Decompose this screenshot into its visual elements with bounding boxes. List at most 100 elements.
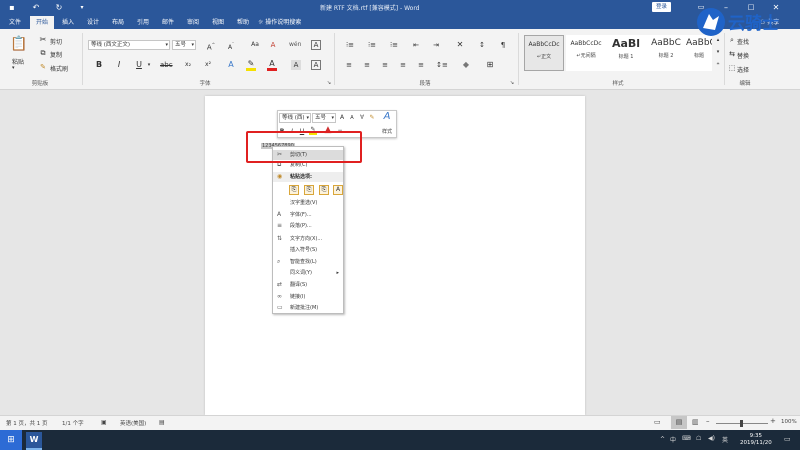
font-size-combo[interactable]: 五号 ▾ xyxy=(172,40,196,50)
undo-icon[interactable]: ↶ xyxy=(30,2,42,13)
network-icon[interactable]: ☖ xyxy=(696,435,701,442)
customize-quick-access-icon[interactable]: ▾ xyxy=(76,2,88,13)
styles-icon[interactable]: A xyxy=(381,112,393,122)
zoom-in-icon[interactable]: + xyxy=(770,417,776,425)
style-heading-2[interactable]: AaBbC 标题 2 xyxy=(646,35,686,71)
paste-keep-source-formatting-icon[interactable]: ⎘ xyxy=(289,185,299,195)
tab-layout[interactable]: 布局 xyxy=(107,16,129,29)
chevron-down-icon[interactable]: ▾ xyxy=(191,41,194,49)
context-menu-paragraph[interactable]: ≡ 段落(P)... xyxy=(273,221,343,231)
grow-font-icon[interactable]: A xyxy=(338,113,346,123)
bullets-icon[interactable]: ⁝≡ xyxy=(344,40,356,50)
decrease-indent-icon[interactable]: ⇤ xyxy=(410,40,422,50)
tab-design[interactable]: 设计 xyxy=(82,16,104,29)
mini-font-size-combo[interactable]: 五号 ▾ xyxy=(312,113,336,123)
redo-icon[interactable]: ↻ xyxy=(53,2,65,13)
web-layout-icon[interactable]: ▥ xyxy=(692,418,699,426)
tab-mailings[interactable]: 邮件 xyxy=(157,16,179,29)
shrink-font-icon[interactable]: A xyxy=(348,113,356,123)
tell-me-search[interactable]: ☼ 操作说明搜索 xyxy=(258,16,301,29)
show-hidden-icons-icon[interactable]: ^ xyxy=(660,436,665,443)
select-button[interactable]: 选择 xyxy=(737,65,749,74)
underline-icon[interactable]: U xyxy=(134,60,144,70)
taskbar-clock[interactable]: 9:35 2019/11/20 xyxy=(740,433,772,447)
cut-button[interactable]: 剪切 xyxy=(50,37,62,46)
replace-button[interactable]: 替换 xyxy=(737,51,749,60)
show-formatting-marks-icon[interactable]: ¶ xyxy=(498,40,508,50)
chevron-down-icon[interactable]: ▾ xyxy=(165,41,168,49)
bold-icon[interactable]: B xyxy=(94,60,104,70)
character-shading-icon[interactable]: A xyxy=(291,60,301,70)
distributed-icon[interactable]: ≡ xyxy=(416,60,426,70)
chevron-down-icon[interactable]: ▾ xyxy=(306,114,309,122)
chinese-layout-icon[interactable]: ✕ xyxy=(454,40,466,50)
styles-more-icon[interactable]: ⩡ xyxy=(714,59,722,69)
context-menu-text-direction[interactable]: ⇅ 文字方向(X)... xyxy=(273,234,343,244)
shrink-font-icon[interactable]: Aˇ xyxy=(226,40,236,53)
style-title[interactable]: AaBbC 标题 xyxy=(686,35,712,71)
underline-dropdown-icon[interactable]: ▾ xyxy=(146,60,152,70)
clear-formatting-icon[interactable]: A xyxy=(268,40,278,50)
word-count[interactable]: 1/1 个字 xyxy=(62,419,84,427)
change-case-icon[interactable]: Aa xyxy=(249,40,261,50)
read-mode-icon[interactable]: ▭ xyxy=(654,418,661,426)
replace-icon[interactable]: ⇆ xyxy=(728,49,736,59)
multilevel-list-icon[interactable]: ⁝≡ xyxy=(388,40,400,50)
paste-dropdown-icon[interactable]: ▾ xyxy=(12,65,15,71)
context-menu-reconversion[interactable]: 汉字重选(V) xyxy=(273,198,343,208)
font-dialog-launcher-icon[interactable]: ↘ xyxy=(326,78,332,88)
input-method-icon[interactable]: 中 xyxy=(670,435,676,444)
subscript-icon[interactable]: x₂ xyxy=(183,60,193,70)
tab-view[interactable]: 视图 xyxy=(207,16,229,29)
strikethrough-icon[interactable]: abc xyxy=(160,60,173,70)
context-menu-translate[interactable]: ⇄ 翻译(S) xyxy=(273,280,343,290)
proofing-icon[interactable]: ▣ xyxy=(101,419,107,426)
italic-icon[interactable]: I xyxy=(114,60,124,70)
brush-icon[interactable]: ✎ xyxy=(368,113,376,123)
line-spacing-icon[interactable]: ↕≡ xyxy=(436,60,448,70)
page-count[interactable]: 第 1 页，共 1 页 xyxy=(6,419,48,427)
style-heading-1[interactable]: AaBl 标题 1 xyxy=(606,35,646,71)
align-right-icon[interactable]: ≡ xyxy=(380,60,390,70)
scissors-icon[interactable]: ✂ xyxy=(38,35,48,45)
font-name-combo[interactable]: 等线 (西文正文) ▾ xyxy=(88,40,170,50)
paste-text-only-icon[interactable]: A xyxy=(333,185,343,195)
word-taskbar-icon[interactable]: W xyxy=(26,432,42,448)
context-menu-font[interactable]: A 字体(F)... xyxy=(273,210,343,220)
keyboard-icon[interactable]: ⌨ xyxy=(682,435,691,442)
highlight-color-icon[interactable]: ✎ xyxy=(246,60,256,71)
justify-icon[interactable]: ≡ xyxy=(398,60,408,70)
align-center-icon[interactable]: ≡ xyxy=(362,60,372,70)
superscript-icon[interactable]: x² xyxy=(203,60,213,70)
select-icon[interactable]: ⬚ xyxy=(728,63,736,73)
chevron-down-icon[interactable]: ▾ xyxy=(331,114,334,122)
mini-styles-label[interactable]: 样式 xyxy=(382,128,392,135)
tab-file[interactable]: 文件 xyxy=(3,16,27,29)
text-effects-icon[interactable]: A xyxy=(226,60,236,70)
context-menu-insert-symbol[interactable]: 插入符号(S) xyxy=(273,245,343,255)
tab-review[interactable]: 审阅 xyxy=(182,16,204,29)
login-button[interactable]: 登录 xyxy=(652,2,672,12)
save-icon[interactable]: ▪ xyxy=(6,2,18,13)
print-layout-icon[interactable]: ▤ xyxy=(671,416,687,429)
zoom-level[interactable]: 100% xyxy=(781,419,797,425)
zoom-slider-thumb[interactable] xyxy=(740,420,743,427)
tab-insert[interactable]: 插入 xyxy=(57,16,79,29)
format-painter-icon[interactable]: ∀ xyxy=(358,113,366,123)
align-left-icon[interactable]: ≡ xyxy=(344,60,354,70)
style-normal[interactable]: AaBbCcDc ↵正文 xyxy=(524,35,564,71)
start-windows-icon[interactable]: ⊞ xyxy=(0,430,22,450)
paste-picture-icon[interactable]: ⎘ xyxy=(319,185,329,195)
macro-recording-icon[interactable]: ▤ xyxy=(159,419,165,426)
styles-scroll-down-icon[interactable]: ▾ xyxy=(714,47,722,57)
sort-icon[interactable]: ↕ xyxy=(476,40,488,50)
context-menu-link[interactable]: ∞ 链接(I) xyxy=(273,292,343,302)
copy-icon[interactable]: ⧉ xyxy=(38,48,48,58)
grow-font-icon[interactable]: A^ xyxy=(206,40,216,52)
mini-font-name-combo[interactable]: 等线 (西) ▾ xyxy=(279,113,311,123)
paste-icon[interactable]: 📋 xyxy=(10,35,27,53)
notifications-icon[interactable]: ▭ xyxy=(784,435,791,443)
format-painter-icon[interactable]: ✎ xyxy=(38,62,48,72)
volume-icon[interactable]: ◀) xyxy=(708,435,715,442)
copy-button[interactable]: 复制 xyxy=(50,50,62,59)
